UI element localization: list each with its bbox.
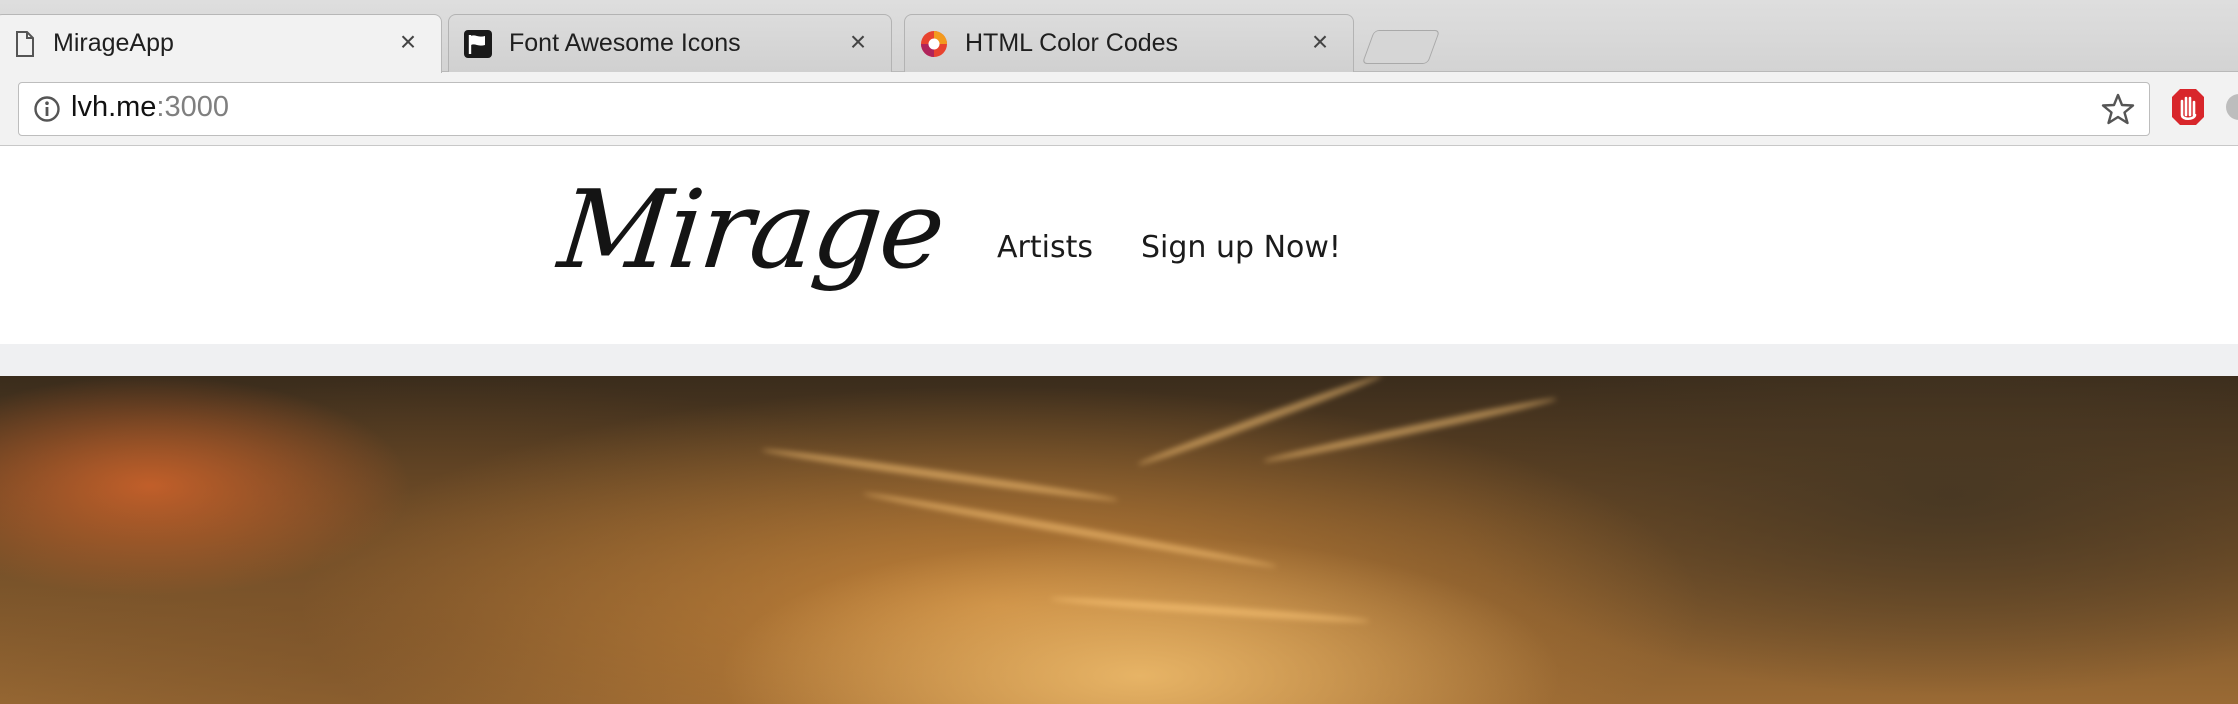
browser-tab-strip: MirageApp × Font Awesome Icons × HTML Co… [0,0,2238,73]
flag-icon [464,30,492,58]
tab-close-button[interactable]: × [393,26,423,57]
tab-title: MirageApp [53,29,174,57]
new-tab-button[interactable] [1361,30,1441,64]
tab-mirageapp[interactable]: MirageApp × [0,14,442,73]
cloud-streak [862,489,1278,571]
nav-link-sign-up[interactable]: Sign up Now! [1141,230,1341,265]
cloud-streak [1136,376,1384,469]
url-port: :3000 [156,91,229,123]
tab-close-button[interactable]: × [1305,26,1335,57]
color-wheel-icon [921,31,947,57]
adblock-extension-icon[interactable] [2170,87,2206,127]
site-header: Mirage Artists Sign up Now! [0,146,2238,344]
url-host: lvh.me [71,91,157,123]
document-icon [16,31,34,57]
tab-title: Font Awesome Icons [509,29,741,57]
cloud-streak [761,445,1119,505]
tab-font-awesome[interactable]: Font Awesome Icons × [448,14,892,73]
hero-sky-image [0,376,2238,704]
url-text: lvh.me:3000 [71,91,229,124]
site-logo[interactable]: Mirage [553,168,948,293]
bookmark-star-icon[interactable] [2101,92,2135,126]
nav-link-artists[interactable]: Artists [997,230,1093,265]
browser-toolbar: lvh.me:3000 [0,72,2238,146]
info-icon[interactable] [33,95,61,123]
tab-title: HTML Color Codes [965,29,1179,57]
tab-html-color-codes[interactable]: HTML Color Codes × [904,14,1354,73]
address-bar[interactable]: lvh.me:3000 [18,82,2150,136]
cloud-streak [1050,594,1370,626]
header-divider-band [0,344,2238,376]
extension-icon[interactable] [2224,89,2238,125]
tab-close-button[interactable]: × [843,26,873,57]
